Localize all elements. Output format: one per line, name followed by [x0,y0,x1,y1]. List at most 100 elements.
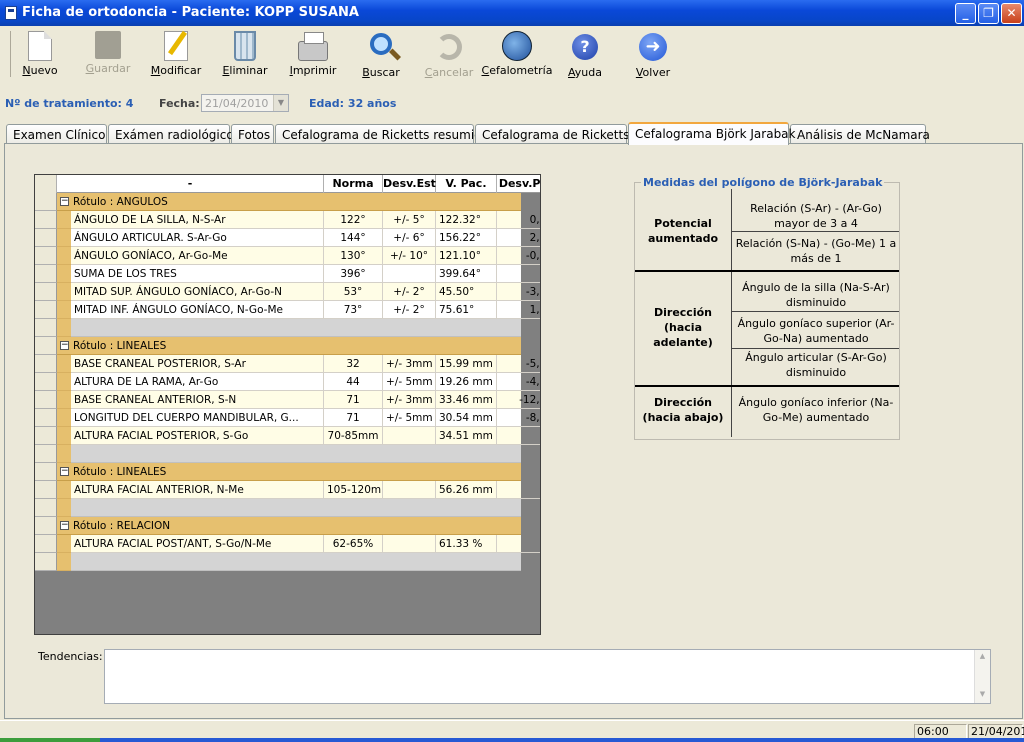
row-selector[interactable] [35,463,57,481]
minimize-button[interactable]: _ [955,3,976,24]
row-selector[interactable] [35,499,57,517]
table-row[interactable]: ALTURA FACIAL POST/ANT, S-Go/N-Me 62-65% 6… [35,535,540,553]
table-cell[interactable]: 33.46 mm [436,391,497,409]
table-cell[interactable] [383,481,436,499]
table-cell[interactable]: +/- 5° [383,211,436,229]
tab-mcnamara[interactable]: Análisis de McNamara [790,124,930,144]
table-cell[interactable] [497,535,540,553]
table-row[interactable]: LONGITUD DEL CUERPO MANDIBULAR, G... 71 +/… [35,409,540,427]
table-cell[interactable]: -5,34 [497,355,540,373]
table-cell[interactable]: 61.33 % [436,535,497,553]
table-row[interactable]: BASE CRANEAL POSTERIOR, S-Ar 32 +/- 3mm 15.… [35,355,540,373]
table-cell[interactable]: -12,51 [497,391,540,409]
table-cell[interactable]: 399.64° [436,265,497,283]
row-selector[interactable] [35,427,57,445]
table-cell[interactable]: -8,09 [497,409,540,427]
table-cell[interactable]: 122° [324,211,383,229]
guardar-button[interactable]: Guardar [72,31,144,75]
row-selector[interactable] [35,229,57,247]
table-cell[interactable]: 34.51 mm [436,427,497,445]
table-row[interactable]: ALTURA DE LA RAMA, Ar-Go 44 +/- 5mm 19.26 m… [35,373,540,391]
scroll-up-icon[interactable]: ▲ [977,652,988,663]
scroll-down-icon[interactable]: ▼ [977,690,988,701]
table-cell[interactable]: +/- 2° [383,301,436,319]
group-row[interactable]: Rótulo : LINEALES − [35,463,521,481]
table-cell[interactable] [497,427,540,445]
table-cell[interactable]: 396° [324,265,383,283]
table-cell[interactable]: BASE CRANEAL ANTERIOR, S-N [71,391,324,409]
table-cell[interactable]: 15.99 mm [436,355,497,373]
table-cell[interactable]: 1,31 [497,301,540,319]
collapse-icon[interactable]: − [60,341,69,350]
table-cell[interactable]: MITAD SUP. ÁNGULO GONÍACO, Ar-Go-N [71,283,324,301]
table-cell[interactable]: 32 [324,355,383,373]
table-cell[interactable] [383,535,436,553]
nuevo-button[interactable]: Nuevo [4,31,76,77]
table-cell[interactable]: 62-65% [324,535,383,553]
table-row[interactable]: ÁNGULO GONÍACO, Ar-Go-Me 130° +/- 10° 121.1… [35,247,540,265]
column-header-v-pac[interactable]: V. Pac. [436,175,497,193]
table-cell[interactable]: 2,04 [497,229,540,247]
table-cell[interactable]: ÁNGULO DE LA SILLA, N-S-Ar [71,211,324,229]
table-cell[interactable]: MITAD INF. ÁNGULO GONÍACO, N-Go-Me [71,301,324,319]
table-cell[interactable]: +/- 2° [383,283,436,301]
row-selector[interactable] [35,409,57,427]
table-cell[interactable]: +/- 5mm [383,409,436,427]
measurements-grid[interactable]: - Norma Desv.Est V. Pac. Desv.Pac Rótulo… [34,174,541,635]
table-cell[interactable]: ÁNGULO ARTICULAR. S-Ar-Go [71,229,324,247]
table-cell[interactable]: 156.22° [436,229,497,247]
row-selector[interactable] [35,373,57,391]
table-row[interactable]: MITAD INF. ÁNGULO GONÍACO, N-Go-Me 73° +/-… [35,301,540,319]
collapse-icon[interactable]: − [60,521,69,530]
table-cell[interactable]: 105-120mm [324,481,383,499]
table-cell[interactable] [383,427,436,445]
table-cell[interactable]: ALTURA FACIAL POSTERIOR, S-Go [71,427,324,445]
table-cell[interactable]: ALTURA FACIAL ANTERIOR, N-Me [71,481,324,499]
row-selector[interactable] [35,265,57,283]
table-cell[interactable]: 56.26 mm [436,481,497,499]
table-cell[interactable]: 122.32° [436,211,497,229]
table-cell[interactable]: 130° [324,247,383,265]
table-cell[interactable]: +/- 10° [383,247,436,265]
tab-examen-radiologico[interactable]: Exámen radiológico [108,124,234,144]
table-cell[interactable]: 73° [324,301,383,319]
tendencias-textarea[interactable]: ▲ ▼ [104,649,991,704]
table-row[interactable]: ÁNGULO DE LA SILLA, N-S-Ar 122° +/- 5° 122.… [35,211,540,229]
cancelar-button[interactable]: Cancelar [413,31,485,79]
chevron-down-icon[interactable]: ▼ [273,95,288,111]
row-selector[interactable] [35,211,57,229]
volver-button[interactable]: ➜ Volver [617,31,689,79]
table-cell[interactable]: SUMA DE LOS TRES [71,265,324,283]
table-cell[interactable]: 19.26 mm [436,373,497,391]
column-header-desv-est[interactable]: Desv.Est [383,175,436,193]
table-cell[interactable] [497,481,540,499]
table-row[interactable]: ÁNGULO ARTICULAR. S-Ar-Go 144° +/- 6° 156.2… [35,229,540,247]
table-cell[interactable]: 71 [324,391,383,409]
table-cell[interactable]: -3,75 [497,283,540,301]
table-cell[interactable]: 53° [324,283,383,301]
group-row[interactable]: Rótulo : RELACION − [35,517,521,535]
buscar-button[interactable]: Buscar [345,31,417,79]
table-cell[interactable]: ALTURA DE LA RAMA, Ar-Go [71,373,324,391]
table-cell[interactable]: 0,06 [497,211,540,229]
row-selector[interactable] [35,337,57,355]
table-row[interactable]: SUMA DE LOS TRES 396° 399.64° [35,265,540,283]
row-selector[interactable] [35,517,57,535]
table-cell[interactable]: -0,89 [497,247,540,265]
collapse-icon[interactable]: − [60,197,69,206]
table-cell[interactable]: ÁNGULO GONÍACO, Ar-Go-Me [71,247,324,265]
table-cell[interactable]: 45.50° [436,283,497,301]
restore-button[interactable]: ❐ [978,3,999,24]
table-cell[interactable]: +/- 5mm [383,373,436,391]
row-selector[interactable] [35,355,57,373]
cefalometria-button[interactable]: Cefalometría [481,31,553,77]
ayuda-button[interactable]: ? Ayuda [549,31,621,79]
row-selector[interactable] [35,319,57,337]
table-row[interactable]: ALTURA FACIAL POSTERIOR, S-Go 70-85mm 34.5… [35,427,540,445]
table-row[interactable]: ALTURA FACIAL ANTERIOR, N-Me105-120mm 56.… [35,481,540,499]
table-cell[interactable]: +/- 3mm [383,391,436,409]
table-cell[interactable]: +/- 3mm [383,355,436,373]
row-selector[interactable] [35,283,57,301]
table-cell[interactable]: ALTURA FACIAL POST/ANT, S-Go/N-Me [71,535,324,553]
tendencias-scrollbar[interactable]: ▲ ▼ [974,650,990,703]
